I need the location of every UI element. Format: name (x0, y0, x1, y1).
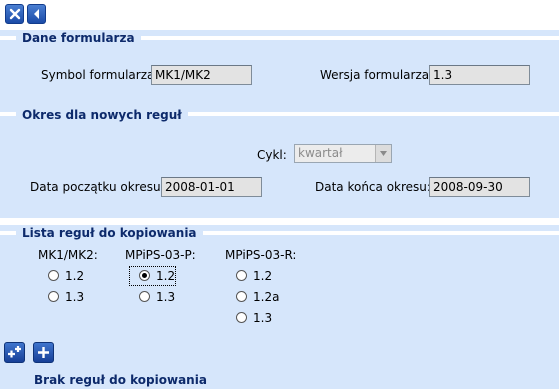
section-title-period: Okres dla nowych reguł (16, 108, 188, 122)
symbol-label: Symbol formularza: (41, 68, 159, 82)
rules-column-header: MPiPS-03-P: (125, 248, 196, 262)
rule-radio-r-1-3[interactable] (236, 312, 247, 323)
cycle-label: Cykl: (257, 148, 287, 162)
section-title-rules: Lista reguł do kopiowania (16, 226, 203, 240)
rule-radio-p-1-3[interactable] (139, 291, 150, 302)
add-all-rules-button[interactable] (4, 342, 25, 363)
cycle-select[interactable]: kwartał (294, 144, 392, 163)
end-date-label: Data końca okresu: (315, 180, 431, 194)
rules-column-header: MPiPS-03-R: (225, 248, 297, 262)
rule-option-label: 1.2a (253, 290, 280, 304)
rule-option-label: 1.3 (156, 290, 176, 304)
empty-rules-message: Brak reguł do kopiowania (34, 373, 207, 387)
rule-option-label: 1.3 (253, 311, 273, 325)
start-date-label: Data początku okresu: (30, 180, 165, 194)
version-label: Wersja formularza: (320, 68, 434, 82)
rule-option-label: 1.2 (156, 269, 176, 283)
add-rule-button[interactable] (33, 342, 54, 363)
rule-radio-r-1-2a[interactable] (236, 291, 247, 302)
rule-radio-mk1-1-2[interactable] (48, 270, 59, 281)
plus-icon (38, 347, 49, 358)
close-icon (9, 8, 21, 20)
back-icon (34, 9, 39, 19)
back-button[interactable] (27, 4, 46, 24)
start-date-field: 2008-01-01 (161, 177, 262, 197)
rule-option-label: 1.3 (65, 290, 85, 304)
section-title-form-data: Dane formularza (16, 31, 141, 45)
rule-radio-p-1-2[interactable] (139, 270, 150, 281)
toolbar (0, 0, 559, 30)
rule-radio-mk1-1-3[interactable] (48, 291, 59, 302)
rule-option-label: 1.2 (65, 269, 85, 283)
add-multiple-icon (8, 346, 21, 358)
rule-option-label: 1.2 (253, 269, 273, 283)
chevron-down-icon (375, 145, 391, 162)
cycle-select-value: kwartał (298, 146, 343, 160)
period-panel (0, 106, 559, 218)
symbol-field: MK1/MK2 (151, 65, 252, 85)
version-field: 1.3 (429, 65, 530, 85)
end-date-field: 2008-09-30 (429, 177, 530, 197)
close-button[interactable] (5, 4, 24, 24)
rule-radio-r-1-2[interactable] (236, 270, 247, 281)
rules-column-header: MK1/MK2: (38, 248, 98, 262)
